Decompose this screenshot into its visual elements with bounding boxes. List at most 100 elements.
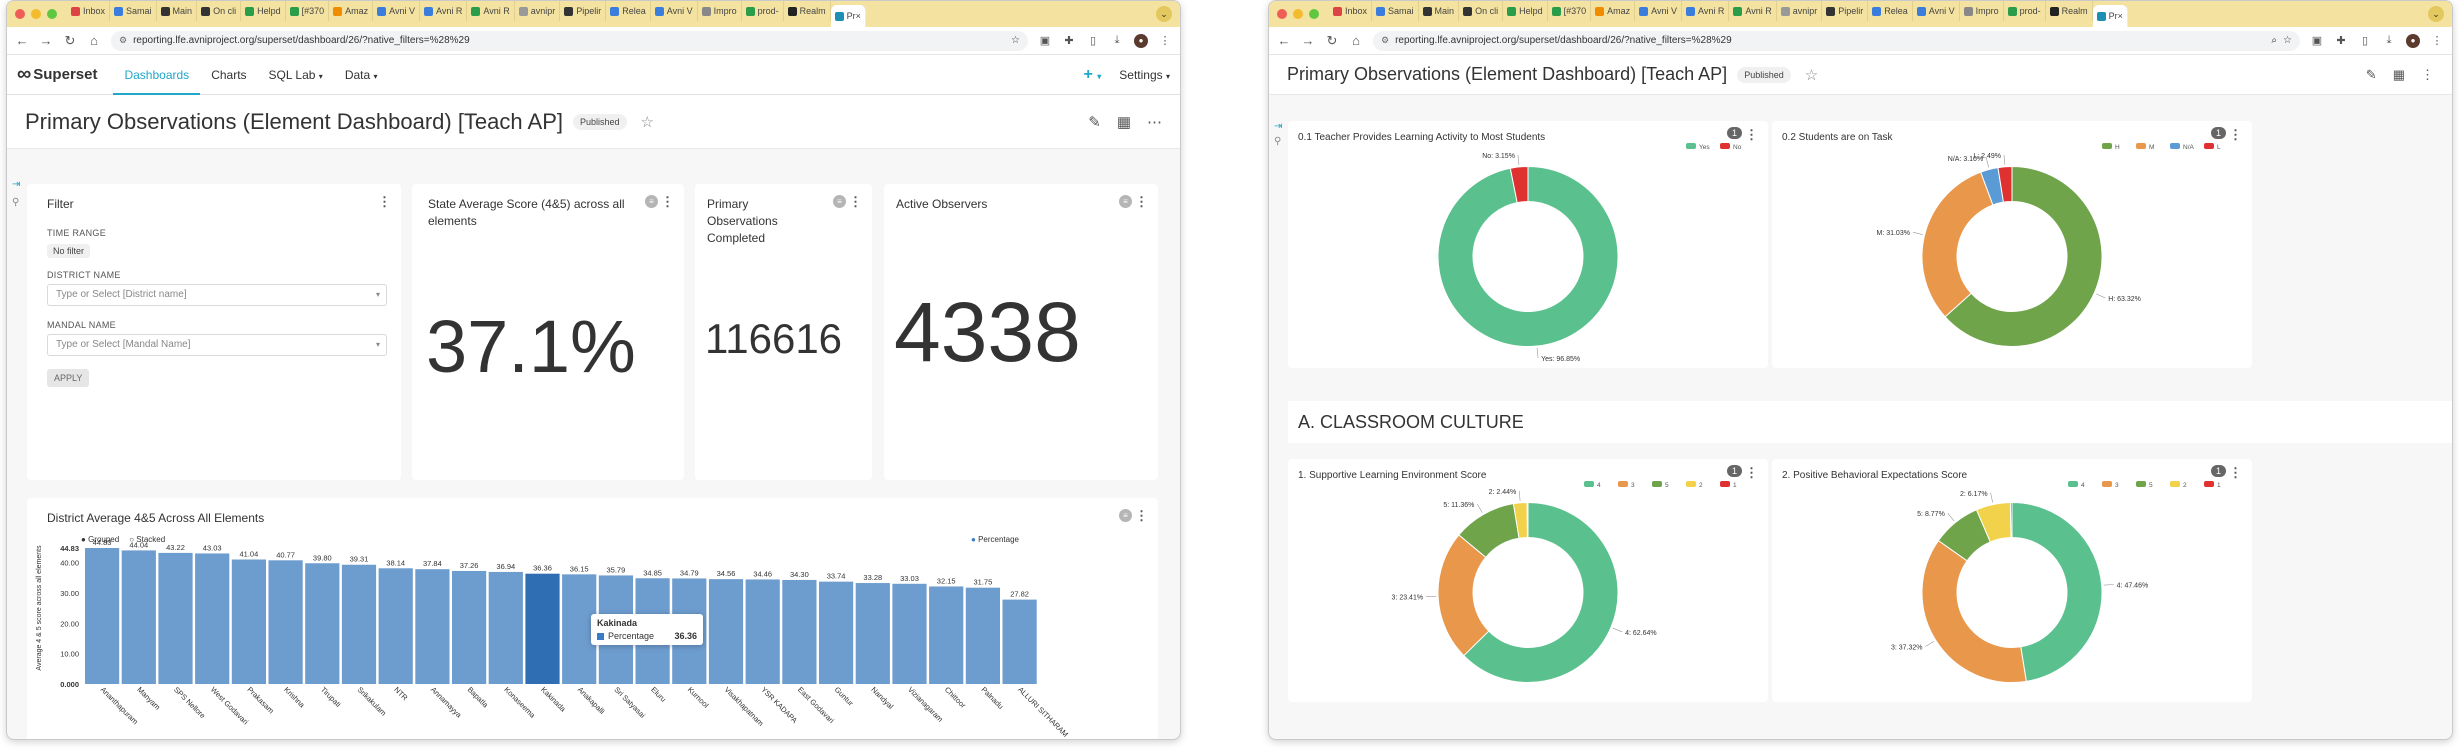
filter-indicator-icon[interactable]: ≡ — [645, 195, 658, 208]
browser-tab[interactable]: Pr × — [2092, 5, 2128, 27]
close-window-button[interactable] — [1277, 9, 1287, 19]
browser-tab[interactable]: Relea — [1868, 1, 1913, 21]
extensions-puzzle-icon[interactable]: ✚ — [2334, 34, 2348, 47]
edit-pencil-icon[interactable]: ✎ — [2366, 67, 2377, 83]
close-tab-icon[interactable]: × — [856, 11, 861, 21]
browser-tab[interactable]: Inbox — [67, 1, 111, 21]
expand-filters-icon[interactable]: ⇥ — [12, 179, 20, 190]
browser-menu-icon[interactable]: ⋮ — [2430, 34, 2444, 47]
published-badge[interactable]: Published — [1737, 66, 1791, 83]
browser-tab[interactable]: Main — [157, 1, 198, 21]
home-icon[interactable]: ⌂ — [87, 33, 101, 48]
filter-indicator-icon[interactable]: ≡ — [1119, 195, 1132, 208]
minimize-window-button[interactable] — [1293, 9, 1303, 19]
browser-tab[interactable]: Main — [1419, 1, 1460, 21]
nav-dashboards[interactable]: Dashboards — [113, 55, 201, 95]
close-window-button[interactable] — [15, 9, 25, 19]
browser-tab[interactable]: Avni V — [651, 1, 698, 21]
browser-tab[interactable]: Helpd — [241, 1, 286, 21]
browser-tab[interactable]: Avni R — [1682, 1, 1730, 21]
calendar-icon[interactable]: ▦ — [2393, 67, 2405, 83]
browser-tab[interactable]: prod- — [742, 1, 784, 21]
tab-search-icon[interactable]: ⌄ — [1156, 6, 1172, 22]
browser-tab[interactable]: Pr × — [830, 5, 866, 27]
profile-avatar[interactable]: ● — [1134, 33, 1148, 48]
extension-icon[interactable]: ▣ — [2310, 34, 2324, 47]
more-icon[interactable]: ⋮ — [661, 194, 674, 210]
reload-icon[interactable]: ↻ — [63, 33, 77, 49]
nav-charts[interactable]: Charts — [200, 55, 257, 95]
browser-tab[interactable]: Impro — [1960, 1, 2004, 21]
browser-tab[interactable]: Amaz — [1591, 1, 1636, 21]
browser-tab[interactable]: Avni V — [373, 1, 420, 21]
published-badge[interactable]: Published — [573, 113, 627, 130]
add-new-icon[interactable]: + ▾ — [1083, 66, 1101, 84]
browser-tab[interactable]: Avni R — [467, 1, 515, 21]
settings-menu[interactable]: Settings ▾ — [1119, 68, 1170, 82]
browser-tab[interactable]: prod- — [2004, 1, 2046, 21]
browser-tab[interactable]: Amaz — [329, 1, 374, 21]
browser-tab[interactable]: Avni R — [420, 1, 468, 21]
browser-tab[interactable]: Avni V — [1635, 1, 1682, 21]
browser-tab[interactable]: Avni R — [1729, 1, 1777, 21]
browser-tab[interactable]: [#370 — [286, 1, 330, 21]
browser-tab[interactable]: Samai — [1372, 1, 1419, 21]
browser-tab[interactable]: avnipr — [515, 1, 561, 21]
browser-tab[interactable]: On cli — [1459, 1, 1504, 21]
sidebar-icon[interactable]: ▯ — [2358, 34, 2372, 47]
bookmark-star-icon[interactable]: ☆ — [2283, 35, 2292, 46]
maximize-window-button[interactable] — [47, 9, 57, 19]
browser-tab[interactable]: Pipelir — [1822, 1, 1869, 21]
back-icon[interactable]: ← — [15, 33, 29, 48]
superset-logo[interactable]: ∞ Superset — [17, 63, 97, 86]
bookmark-star-icon[interactable]: ☆ — [1011, 35, 1020, 46]
nav-sqllab[interactable]: SQL Lab ▾ — [258, 55, 334, 95]
favorite-star-icon[interactable]: ☆ — [641, 113, 654, 131]
district-select[interactable]: Type or Select [District name] ▾ — [47, 284, 387, 306]
browser-tab[interactable]: Avni V — [1913, 1, 1960, 21]
browser-tab[interactable]: Inbox — [1329, 1, 1373, 21]
download-icon[interactable]: ⤓ — [2382, 34, 2396, 47]
url-field[interactable]: ⚙ reporting.lfe.avniproject.org/superset/… — [1373, 30, 2300, 51]
favorite-star-icon[interactable]: ☆ — [1805, 66, 1818, 84]
filter-indicator-icon[interactable]: ≡ — [833, 195, 846, 208]
more-options-icon[interactable]: ⋮ — [2421, 67, 2434, 83]
maximize-window-button[interactable] — [1309, 9, 1319, 19]
browser-tab[interactable]: Pipelir — [560, 1, 607, 21]
extensions-puzzle-icon[interactable]: ✚ — [1062, 34, 1076, 47]
nav-data[interactable]: Data ▾ — [334, 55, 389, 95]
browser-menu-icon[interactable]: ⋮ — [1158, 34, 1172, 47]
url-field[interactable]: ⚙ reporting.lfe.avniproject.org/superset/… — [111, 30, 1028, 51]
zoom-icon[interactable]: ⌕ — [2271, 35, 2277, 46]
apply-button[interactable]: APPLY — [47, 369, 90, 387]
browser-tab[interactable]: Samai — [110, 1, 157, 21]
browser-tab[interactable]: Helpd — [1503, 1, 1548, 21]
browser-tab[interactable]: On cli — [197, 1, 242, 21]
expand-filters-icon[interactable]: ⇥ — [1274, 121, 1282, 132]
more-icon[interactable]: ⋮ — [849, 194, 862, 210]
browser-tab[interactable]: [#370 — [1548, 1, 1592, 21]
reload-icon[interactable]: ↻ — [1325, 33, 1339, 49]
more-options-icon[interactable]: ⋯ — [1147, 113, 1162, 131]
profile-avatar[interactable]: ● — [2406, 33, 2420, 48]
browser-tab[interactable]: Relea — [606, 1, 651, 21]
minimize-window-button[interactable] — [31, 9, 41, 19]
more-icon[interactable]: ⋮ — [1135, 194, 1148, 210]
tab-search-icon[interactable]: ⌄ — [2428, 6, 2444, 22]
time-range-value[interactable]: No filter — [47, 244, 91, 258]
home-icon[interactable]: ⌂ — [1349, 33, 1363, 48]
site-info-icon[interactable]: ⚙ — [1381, 35, 1389, 46]
mandal-select[interactable]: Type or Select [Mandal Name] ▾ — [47, 334, 387, 356]
forward-icon[interactable]: → — [1301, 33, 1315, 48]
download-icon[interactable]: ⤓ — [1110, 34, 1124, 47]
sidebar-icon[interactable]: ▯ — [1086, 34, 1100, 47]
browser-tab[interactable]: avnipr — [1777, 1, 1823, 21]
filter-funnel-icon[interactable]: ⚲ — [12, 197, 19, 208]
close-tab-icon[interactable]: × — [2118, 11, 2123, 21]
edit-pencil-icon[interactable]: ✎ — [1088, 113, 1101, 131]
extension-icon[interactable]: ▣ — [1038, 34, 1052, 47]
calendar-icon[interactable]: ▦ — [1117, 113, 1131, 131]
filter-funnel-icon[interactable]: ⚲ — [1274, 136, 1281, 147]
browser-tab[interactable]: Impro — [698, 1, 742, 21]
browser-tab[interactable]: Realm — [2046, 1, 2093, 21]
